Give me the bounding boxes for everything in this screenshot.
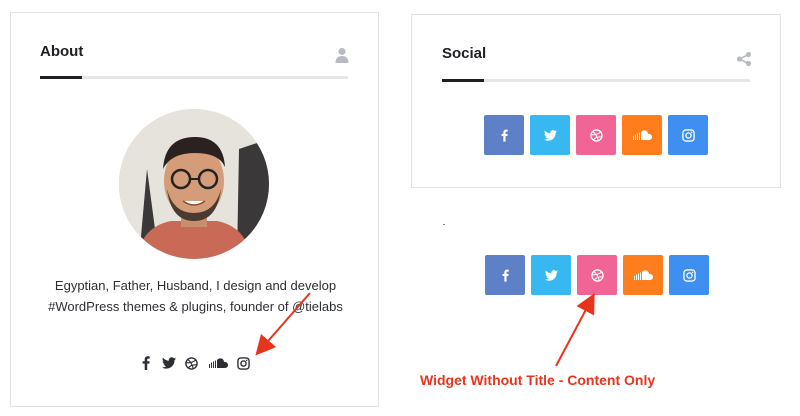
soundcloud-button[interactable] (623, 255, 663, 295)
twitter-icon (544, 269, 558, 281)
divider-dot (443, 224, 445, 225)
dribbble-icon[interactable] (185, 356, 199, 370)
soundcloud-icon[interactable] (208, 356, 228, 370)
social-widget-title: Social (442, 45, 487, 62)
about-social-icons (11, 356, 378, 370)
share-icon (736, 51, 752, 67)
instagram-icon (681, 128, 695, 142)
instagram-button[interactable] (669, 255, 709, 295)
social-title-divider (442, 79, 750, 82)
soundcloud-icon (633, 130, 652, 140)
arrow-to-untitled-widget (555, 293, 595, 367)
social-buttons (484, 115, 708, 155)
soundcloud-icon (634, 270, 653, 280)
instagram-icon[interactable] (237, 356, 251, 370)
user-icon (334, 47, 350, 63)
twitter-icon[interactable] (161, 356, 176, 370)
instagram-icon (682, 268, 696, 282)
twitter-button[interactable] (530, 115, 570, 155)
about-bio-text: Egyptian, Father, Husband, I design and … (48, 278, 343, 314)
untitled-social-widget (485, 255, 709, 295)
about-widget-title: About (40, 43, 84, 60)
about-widget: About Egyptian, Father, Husband, I desig… (10, 12, 379, 407)
social-widget: Social (411, 14, 781, 188)
facebook-icon (502, 269, 509, 282)
about-title-divider (40, 76, 348, 79)
soundcloud-button[interactable] (622, 115, 662, 155)
twitter-icon (543, 129, 557, 141)
facebook-icon[interactable] (139, 356, 153, 370)
instagram-button[interactable] (668, 115, 708, 155)
facebook-icon (501, 129, 508, 142)
dribbble-button[interactable] (577, 255, 617, 295)
dribbble-icon (590, 268, 604, 282)
avatar (119, 109, 269, 259)
facebook-button[interactable] (485, 255, 525, 295)
dribbble-icon (589, 128, 603, 142)
annotation-label: Widget Without Title - Content Only (420, 372, 656, 388)
facebook-button[interactable] (484, 115, 524, 155)
dribbble-button[interactable] (576, 115, 616, 155)
twitter-button[interactable] (531, 255, 571, 295)
